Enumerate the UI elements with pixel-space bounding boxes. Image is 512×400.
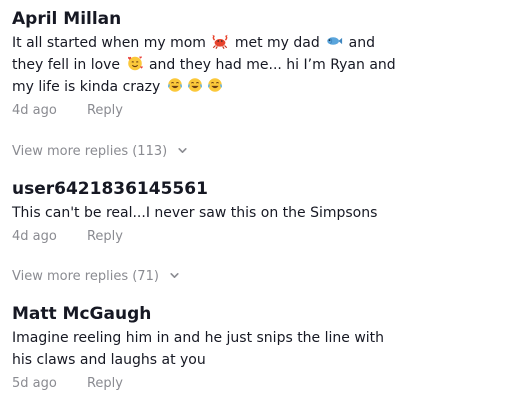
reply-button[interactable]: Reply (87, 376, 123, 391)
comment-meta: 5d ago Reply (12, 375, 502, 393)
comment-timestamp: 4d ago (12, 229, 57, 244)
comment-item: Matt McGaugh Imagine reeling him in and … (12, 303, 502, 393)
comment-text-part: It all started when my mom (12, 35, 206, 51)
comment-username[interactable]: Matt McGaugh (12, 303, 502, 325)
comment-text-part: met my dad (234, 35, 320, 51)
smiling-face-with-hearts-emoji-icon (127, 56, 143, 71)
comment-item: April Millan It all started when my mom … (12, 8, 502, 120)
view-more-replies-button[interactable]: View more replies (113) (12, 143, 188, 161)
comment-username[interactable]: user6421836145561 (12, 178, 502, 200)
comment-text: This can't be real...I never saw this on… (12, 205, 378, 221)
view-more-replies-label: View more replies (71) (12, 269, 159, 284)
reply-button[interactable]: Reply (87, 229, 123, 244)
view-more-replies-label: View more replies (113) (12, 144, 168, 159)
comment-timestamp: 5d ago (12, 376, 57, 391)
chevron-down-icon (170, 273, 179, 278)
tears-of-joy-emoji-icon (187, 78, 202, 92)
crab-emoji-icon (212, 34, 229, 49)
comment-item: user6421836145561 This can't be real...I… (12, 178, 502, 246)
comment-text: Imagine reeling him in and he just snips… (12, 330, 385, 368)
fish-emoji-icon (327, 37, 343, 45)
comment-timestamp: 4d ago (12, 103, 57, 118)
tears-of-joy-emoji-icon (167, 78, 182, 92)
chevron-down-icon (178, 148, 187, 153)
view-more-replies-button[interactable]: View more replies (71) (12, 268, 180, 286)
reply-button[interactable]: Reply (87, 103, 123, 118)
comment-meta: 4d ago Reply (12, 228, 502, 246)
comment-text: It all started when my mom met my dad an… (12, 32, 402, 98)
tears-of-joy-emoji-icon (207, 78, 222, 92)
comment-meta: 4d ago Reply (12, 102, 502, 120)
comment-username[interactable]: April Millan (12, 8, 502, 30)
